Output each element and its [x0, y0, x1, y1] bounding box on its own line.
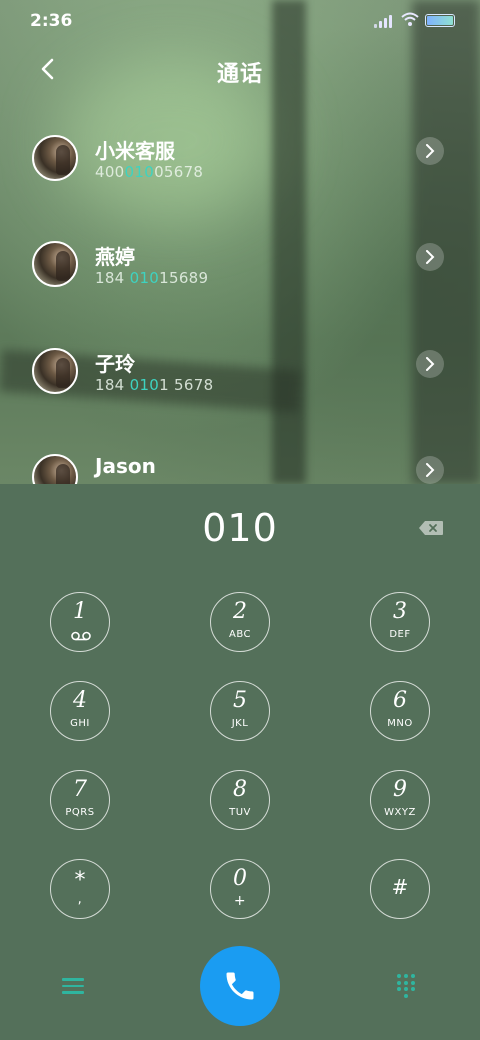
dial-key-star[interactable]: * ,	[50, 859, 110, 919]
avatar	[32, 348, 78, 394]
contact-item[interactable]: 燕婷 184 01015689	[0, 241, 480, 313]
chevron-right-icon	[426, 144, 435, 158]
dial-key-4[interactable]: 4 GHI	[50, 681, 110, 741]
contact-name: Jason	[95, 454, 156, 478]
status-time: 2:36	[30, 11, 73, 31]
dial-key-hash[interactable]: #	[370, 859, 430, 919]
contact-detail-button[interactable]	[416, 350, 444, 378]
avatar	[32, 135, 78, 181]
avatar	[32, 241, 78, 287]
battery-icon	[425, 14, 455, 27]
contact-number: 184 01015689	[95, 269, 209, 287]
wifi-icon	[401, 12, 419, 26]
contact-item[interactable]: 子玲 184 0101 5678	[0, 348, 480, 420]
dial-key-5[interactable]: 5 JKL	[210, 681, 270, 741]
dial-key-7[interactable]: 7 PQRS	[50, 770, 110, 830]
dial-key-0[interactable]: 0 +	[210, 859, 270, 919]
call-button[interactable]	[200, 946, 280, 1026]
dial-key-9[interactable]: 9 WXYZ	[370, 770, 430, 830]
contact-name: 小米客服	[95, 139, 175, 163]
dial-key-6[interactable]: 6 MNO	[370, 681, 430, 741]
contact-name: 燕婷	[95, 245, 135, 269]
menu-icon[interactable]	[62, 978, 84, 994]
phone-icon	[226, 972, 254, 1000]
contact-number: 184 0101 5678	[95, 376, 214, 394]
contact-name: 子玲	[95, 352, 135, 376]
dialed-number: 010	[202, 506, 278, 550]
chevron-right-icon	[426, 357, 435, 371]
contact-number: 40001005678	[95, 163, 204, 181]
contact-detail-button[interactable]	[416, 137, 444, 165]
voicemail-icon	[71, 631, 91, 641]
dial-key-8[interactable]: 8 TUV	[210, 770, 270, 830]
contact-detail-button[interactable]	[416, 456, 444, 484]
dial-key-2[interactable]: 2 ABC	[210, 592, 270, 652]
backspace-icon[interactable]	[418, 520, 444, 536]
dialpad-icon[interactable]	[397, 974, 415, 998]
dialer-panel: 010 1 2 ABC 3 DEF 4 GHI 5 JKL 6 MNO 7 PQ…	[0, 484, 480, 1040]
chevron-right-icon	[426, 250, 435, 264]
status-bar: 2:36	[0, 0, 480, 40]
page-title: 通话	[216, 62, 263, 87]
contact-detail-button[interactable]	[416, 243, 444, 271]
dial-key-1[interactable]: 1	[50, 592, 110, 652]
dial-key-3[interactable]: 3 DEF	[370, 592, 430, 652]
signal-icon	[374, 14, 396, 28]
chevron-right-icon	[426, 463, 435, 477]
contact-item[interactable]: 小米客服 40001005678	[0, 135, 480, 207]
